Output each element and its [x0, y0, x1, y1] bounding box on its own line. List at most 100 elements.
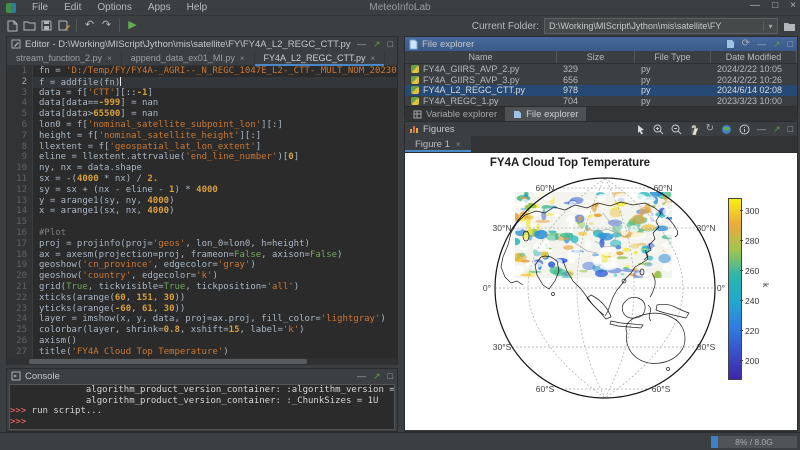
code-line[interactable]: 5data[data>65500] = nan	[7, 109, 397, 120]
maximize-panel-icon[interactable]: □	[788, 125, 793, 134]
code-line[interactable]: 13y = arange1(sy, ny, 4000)	[7, 196, 397, 207]
chevron-down-icon[interactable]: ▾	[763, 22, 777, 31]
code-line[interactable]: 8llextent = f['geospatial_lat_lon_extent…	[7, 142, 397, 153]
save-button[interactable]	[38, 18, 55, 33]
float-panel-icon[interactable]: ↗	[773, 125, 781, 134]
code-line[interactable]: 3data = f['CTT'][::-1]	[7, 88, 397, 99]
file-table-header[interactable]: NameSizeFile TypeDate Modified	[405, 51, 797, 64]
code-text: yticks(arange(-60, 61, 30))	[33, 304, 185, 315]
scrollbar-thumb[interactable]	[29, 359, 307, 364]
float-panel-icon[interactable]: ↗	[373, 40, 381, 49]
minimize-panel-icon[interactable]: —	[357, 40, 366, 49]
maximize-button[interactable]: □	[772, 0, 778, 11]
cursor-icon[interactable]	[637, 124, 646, 135]
code-line[interactable]: 18ax = axesm(projection=proj, frameon=Fa…	[7, 250, 397, 261]
redo-button[interactable]: ↷	[98, 18, 115, 33]
close-icon[interactable]: ×	[456, 140, 461, 149]
code-line[interactable]: 22xticks(arange(60, 151, 30))	[7, 293, 397, 304]
editor-tab-append-data-ex01-mi-py[interactable]: append_data_ex01_MI.py×	[122, 51, 255, 65]
menu-apps[interactable]: Apps	[140, 2, 179, 13]
code-line[interactable]: 27title('FY4A Cloud Top Temperature')	[7, 347, 397, 358]
editor-tab-stream-function-2-py[interactable]: stream_function_2.py×	[7, 51, 122, 65]
editor-tab-fy4a-l2-regc-ctt-py[interactable]: FY4A_L2_REGC_CTT.py×	[255, 51, 386, 65]
column-header-size[interactable]: Size	[557, 51, 635, 63]
undo-button[interactable]: ↶	[81, 18, 98, 33]
code-line[interactable]: 12sy = sx + (nx - eline - 1) * 4000	[7, 185, 397, 196]
figure-canvas[interactable]: FY4A Cloud Top Temperature 60°N60°N30°N3…	[405, 153, 797, 430]
close-icon[interactable]: ×	[240, 54, 245, 63]
code-line[interactable]: 25colorbar(layer, shrink=0.8, xshift=15,…	[7, 325, 397, 336]
minimize-button[interactable]: —	[750, 0, 760, 11]
tab-variable-explorer[interactable]: Variable explorer	[405, 107, 505, 121]
close-icon[interactable]: ×	[107, 54, 112, 63]
browse-folder-icon[interactable]	[783, 21, 796, 32]
code-line[interactable]: 7height = f['nominal_satellite_height'][…	[7, 131, 397, 142]
menu-help[interactable]: Help	[179, 2, 216, 13]
code-text: geoshow('country', edgecolor='k')	[33, 271, 218, 282]
code-line[interactable]: 24layer = imshow(x, y, data, proj=ax.pro…	[7, 314, 397, 325]
table-row[interactable]: FY4A_L2_REGC_CTT.py978py2024/6/14 02:08	[405, 85, 797, 96]
menu-file[interactable]: File	[24, 2, 56, 13]
minimize-panel-icon[interactable]: —	[757, 40, 766, 49]
refresh-icon[interactable]: ⟳	[742, 39, 750, 49]
table-row[interactable]: FY4A_GIIRS_AVP_3.py656py2024/2/22 10:26	[405, 75, 797, 86]
table-row[interactable]: FY4A_REGC_1.py704py2023/3/23 10:00	[405, 96, 797, 107]
save-as-button[interactable]	[55, 18, 72, 33]
code-line[interactable]: 14x = arange1(sx, nx, 4000)	[7, 206, 397, 217]
code-line[interactable]: 10ny, nx = data.shape	[7, 163, 397, 174]
code-line[interactable]: 15	[7, 217, 397, 228]
close-button[interactable]: ×	[790, 0, 796, 11]
line-number: 23	[7, 304, 33, 315]
code-line[interactable]: 21grid(True, tickvisible=True, tickposit…	[7, 282, 397, 293]
maximize-panel-icon[interactable]: □	[388, 40, 393, 49]
code-text: ny, nx = data.shape	[33, 163, 142, 174]
console-output[interactable]: algorithm_product_version_container: :al…	[9, 384, 395, 430]
zoom-out-icon[interactable]	[671, 124, 682, 135]
code-line[interactable]: 2f = addfile(fn)	[7, 77, 397, 88]
table-row[interactable]: FY4A_GIIRS_AVP_2.py329py2024/2/22 10:05	[405, 64, 797, 75]
float-panel-icon[interactable]: ↗	[773, 40, 781, 49]
tab-file-explorer[interactable]: File explorer	[505, 107, 586, 121]
rotate-icon[interactable]: ↻	[706, 124, 714, 134]
close-icon[interactable]: ×	[371, 54, 376, 63]
code-editor[interactable]: 1fn = 'D:/Temp/FY/FY4A-_AGRI--_N_REGC_10…	[7, 66, 397, 358]
minimize-panel-icon[interactable]: —	[357, 372, 366, 381]
column-header-file-type[interactable]: File Type	[635, 51, 711, 63]
code-line[interactable]: 20geoshow('country', edgecolor='k')	[7, 271, 397, 282]
code-line[interactable]: 23yticks(arange(-60, 61, 30))	[7, 304, 397, 315]
code-line[interactable]: 19geoshow('cn_province', edgecolor='gray…	[7, 260, 397, 271]
globe-icon[interactable]	[721, 124, 732, 135]
code-line[interactable]: 26axism()	[7, 336, 397, 347]
column-header-name[interactable]: Name	[405, 51, 557, 63]
column-header-date-modified[interactable]: Date Modified	[711, 51, 797, 63]
code-line[interactable]: 16#Plot	[7, 228, 397, 239]
grid-label: 60°S	[536, 384, 555, 394]
zoom-in-icon[interactable]	[653, 124, 664, 135]
code-line[interactable]: 11sx = -(4000 * nx) / 2.	[7, 174, 397, 185]
editor-window-buttons: — ↗ □	[357, 40, 393, 49]
code-line[interactable]: 9eline = llextent.attrvalue('end_line_nu…	[7, 152, 397, 163]
run-script-button[interactable]: ▶	[124, 18, 141, 33]
open-folder-button[interactable]	[21, 18, 38, 33]
code-line[interactable]: 17proj = projinfo(proj='geos', lon_0=lon…	[7, 239, 397, 250]
code-line[interactable]: 4data[data==-999] = nan	[7, 98, 397, 109]
identify-icon[interactable]	[739, 124, 750, 135]
new-file-icon[interactable]	[726, 39, 735, 49]
maximize-panel-icon[interactable]: □	[388, 372, 393, 381]
editor-horizontal-scrollbar[interactable]	[7, 358, 397, 365]
memory-indicator[interactable]: 8% / 8.0G	[711, 436, 797, 448]
code-line[interactable]: 1fn = 'D:/Temp/FY/FY4A-_AGRI--_N_REGC_10…	[7, 66, 397, 77]
toolbar-separator	[119, 19, 120, 32]
menu-options[interactable]: Options	[89, 2, 139, 13]
pan-hand-icon[interactable]	[689, 124, 699, 135]
menu-edit[interactable]: Edit	[56, 2, 89, 13]
tab-figure-1[interactable]: Figure 1 ×	[405, 136, 471, 152]
new-file-button[interactable]	[4, 18, 21, 33]
current-folder-combobox[interactable]: D:\Working\MIScript\Jython\mis\satellite…	[544, 18, 778, 34]
minimize-panel-icon[interactable]: —	[757, 125, 766, 134]
code-line[interactable]: 6lon0 = f['nominal_satellite_subpoint_lo…	[7, 120, 397, 131]
float-panel-icon[interactable]: ↗	[373, 372, 381, 381]
console-icon	[11, 371, 21, 381]
maximize-panel-icon[interactable]: □	[788, 40, 793, 49]
console-line: >>>	[10, 417, 394, 428]
